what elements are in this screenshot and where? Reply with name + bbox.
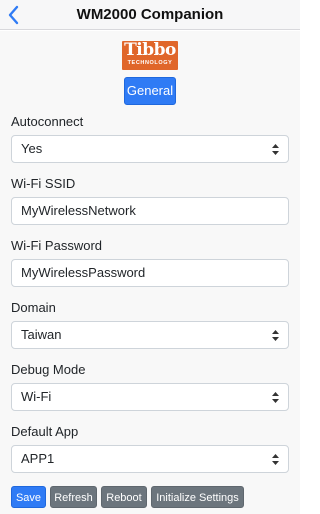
logo-sub-text: TECHNOLOGY: [127, 60, 173, 66]
wifi-ssid-label: Wi-Fi SSID: [11, 176, 76, 191]
select-caret-icon: [272, 392, 279, 403]
wifi-password-input[interactable]: MyWirelessPassword: [11, 259, 289, 287]
refresh-button[interactable]: Refresh: [50, 486, 97, 508]
settings-form: Tibbo TECHNOLOGY General Autoconnect Yes…: [0, 31, 300, 514]
autoconnect-value: Yes: [21, 141, 43, 156]
tab-general[interactable]: General: [124, 77, 176, 105]
select-caret-icon: [272, 454, 279, 465]
domain-label: Domain: [11, 300, 56, 315]
domain-select[interactable]: Taiwan: [11, 321, 289, 349]
wifi-ssid-value: MyWirelessNetwork: [21, 203, 136, 218]
default-app-label: Default App: [11, 424, 79, 439]
autoconnect-label: Autoconnect: [11, 114, 84, 129]
domain-value: Taiwan: [21, 327, 62, 342]
default-app-select[interactable]: APP1: [11, 445, 289, 473]
navigation-bar: WM2000 Companion: [0, 0, 300, 30]
default-app-value: APP1: [21, 451, 55, 466]
debug-mode-select[interactable]: Wi-Fi: [11, 383, 289, 411]
page-title: WM2000 Companion: [76, 6, 224, 23]
debug-mode-label: Debug Mode: [11, 362, 86, 377]
select-caret-icon: [272, 144, 279, 155]
reboot-button[interactable]: Reboot: [101, 486, 147, 508]
select-caret-icon: [272, 330, 279, 341]
wifi-password-label: Wi-Fi Password: [11, 238, 103, 253]
tibbo-logo: Tibbo TECHNOLOGY: [122, 41, 178, 70]
debug-mode-value: Wi-Fi: [21, 389, 52, 404]
initialize-settings-button[interactable]: Initialize Settings: [151, 486, 244, 508]
autoconnect-select[interactable]: Yes: [11, 135, 289, 163]
wifi-password-value: MyWirelessPassword: [21, 265, 146, 280]
wifi-ssid-input[interactable]: MyWirelessNetwork: [11, 197, 289, 225]
logo-main-text: Tibbo: [124, 40, 176, 60]
save-button[interactable]: Save: [11, 486, 46, 508]
